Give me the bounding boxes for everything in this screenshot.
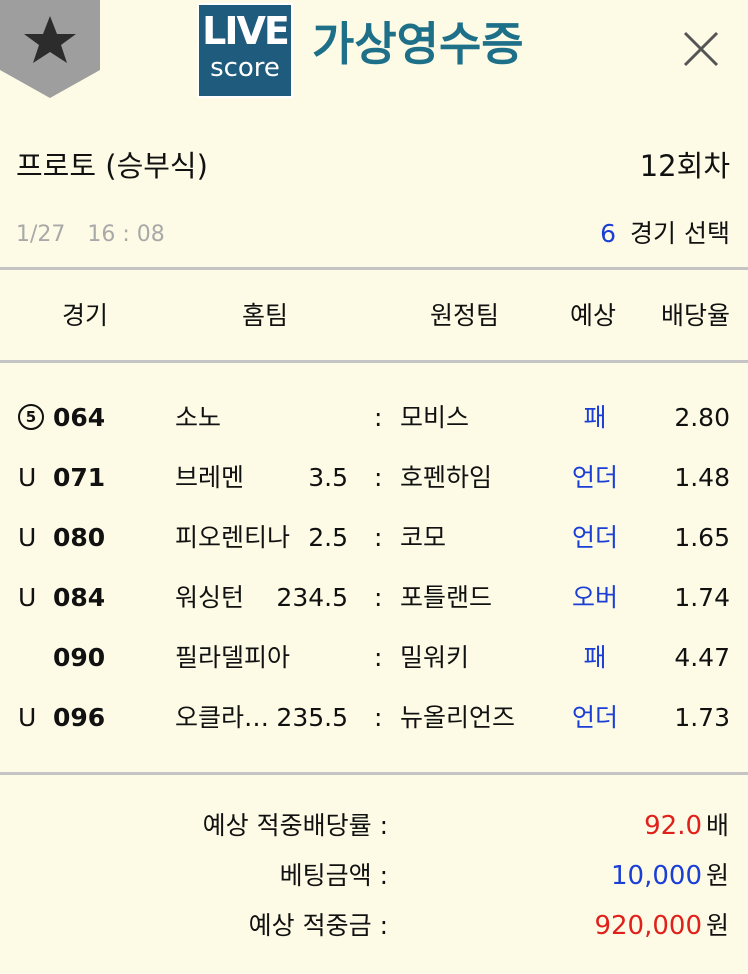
odds-value: 1.74 bbox=[674, 583, 730, 612]
game-number: 071 bbox=[53, 463, 106, 492]
handicap-value: 235.5 bbox=[276, 703, 348, 732]
divider bbox=[0, 267, 748, 270]
home-team: 필라델피아 bbox=[175, 643, 291, 672]
star-bookmark-icon bbox=[0, 0, 100, 98]
divider bbox=[0, 360, 748, 363]
game-mark: U bbox=[18, 703, 37, 732]
table-row: 090 필라델피아: 밀워키 패 4.47 bbox=[0, 638, 748, 678]
away-team: 포틀랜드 bbox=[400, 583, 493, 612]
game-number: 096 bbox=[53, 703, 106, 732]
away-team: 코모 bbox=[400, 523, 447, 552]
odds-value: 1.73 bbox=[674, 703, 730, 732]
home-team: 소노 bbox=[175, 403, 222, 432]
table-row: U 080 피오렌티나 2.5: 코모 언더 1.65 bbox=[0, 518, 748, 558]
column-header-home: 홈팀 bbox=[242, 301, 289, 330]
prediction: 패 bbox=[583, 403, 607, 432]
team-separator: : bbox=[374, 643, 383, 672]
prediction: 언더 bbox=[571, 703, 619, 732]
receipt-datetime: 1/27 16 : 08 bbox=[16, 220, 165, 250]
round-number: 12회차 bbox=[639, 149, 730, 183]
page-title: 가상영수증 bbox=[312, 17, 524, 71]
column-header-game: 경기 bbox=[62, 301, 109, 330]
column-header-odds: 배당율 bbox=[660, 301, 730, 330]
team-separator: : bbox=[374, 463, 383, 492]
away-team: 호펜하임 bbox=[400, 463, 493, 492]
odds-value: 4.47 bbox=[674, 643, 730, 672]
game-mark: U bbox=[18, 463, 37, 492]
handicap-value: 3.5 bbox=[308, 463, 348, 492]
expected-odds-unit: 배 bbox=[706, 811, 730, 840]
favorite-bookmark-button[interactable] bbox=[0, 0, 100, 98]
home-team: 워싱턴 bbox=[175, 583, 245, 612]
prediction: 패 bbox=[583, 643, 607, 672]
column-header-prediction: 예상 bbox=[570, 301, 617, 330]
selected-count: 6 bbox=[600, 219, 617, 248]
expected-win-unit: 원 bbox=[706, 911, 730, 940]
close-button[interactable] bbox=[680, 28, 722, 70]
table-row: 5 064 소노: 모비스 패 2.80 bbox=[0, 398, 748, 438]
expected-win-label: 예상 적중금 : bbox=[248, 911, 388, 940]
selected-games: 6 경기 선택 bbox=[600, 216, 730, 252]
close-icon bbox=[683, 31, 719, 67]
divider bbox=[0, 772, 748, 775]
game-number: 090 bbox=[53, 643, 106, 672]
away-team: 모비스 bbox=[400, 403, 470, 432]
circled-number-badge: 5 bbox=[18, 404, 44, 430]
odds-value: 1.48 bbox=[674, 463, 730, 492]
prediction: 언더 bbox=[571, 463, 619, 492]
selected-label: 경기 선택 bbox=[630, 219, 730, 248]
odds-value: 1.65 bbox=[674, 523, 730, 552]
expected-win-value: 920,000 bbox=[594, 911, 702, 941]
logo-score-text: score bbox=[210, 53, 280, 83]
table-row: U 096 오클라… 235.5: 뉴올리언즈 언더 1.73 bbox=[0, 698, 748, 738]
game-type: 프로토 (승부식) bbox=[16, 149, 208, 183]
team-separator: : bbox=[374, 403, 383, 432]
game-number: 084 bbox=[53, 583, 106, 612]
handicap-value: 234.5 bbox=[276, 583, 348, 612]
home-team: 피오렌티나 bbox=[175, 523, 291, 552]
column-header-away: 원정팀 bbox=[430, 301, 500, 330]
bet-amount-label: 베팅금액 : bbox=[279, 861, 388, 890]
table-row: U 071 브레멘 3.5: 호펜하임 언더 1.48 bbox=[0, 458, 748, 498]
logo-live-text: LIVE bbox=[202, 9, 290, 53]
team-separator: : bbox=[374, 583, 383, 612]
receipt-date: 1/27 bbox=[16, 222, 66, 247]
team-separator: : bbox=[374, 523, 383, 552]
game-number: 064 bbox=[53, 403, 106, 432]
table-row: U 084 워싱턴 234.5: 포틀랜드 오버 1.74 bbox=[0, 578, 748, 618]
expected-odds-value: 92.0 bbox=[644, 811, 702, 841]
game-mark: 5 bbox=[18, 398, 44, 438]
game-mark: U bbox=[18, 523, 37, 552]
away-team: 뉴올리언즈 bbox=[400, 703, 516, 732]
bet-amount-unit: 원 bbox=[706, 861, 730, 890]
away-team: 밀워키 bbox=[400, 643, 470, 672]
home-team: 브레멘 bbox=[175, 463, 245, 492]
expected-odds-label: 예상 적중배당률 : bbox=[202, 811, 388, 840]
team-separator: : bbox=[374, 703, 383, 732]
handicap-value: 2.5 bbox=[308, 523, 348, 552]
game-mark: U bbox=[18, 583, 37, 612]
receipt-time: 16 : 08 bbox=[87, 222, 165, 247]
home-team: 오클라… bbox=[175, 703, 270, 732]
bet-amount-value: 10,000 bbox=[611, 861, 702, 891]
odds-value: 2.80 bbox=[674, 403, 730, 432]
game-number: 080 bbox=[53, 523, 106, 552]
prediction: 오버 bbox=[571, 583, 619, 612]
prediction: 언더 bbox=[571, 523, 619, 552]
livescore-logo: LIVE score bbox=[197, 3, 293, 98]
